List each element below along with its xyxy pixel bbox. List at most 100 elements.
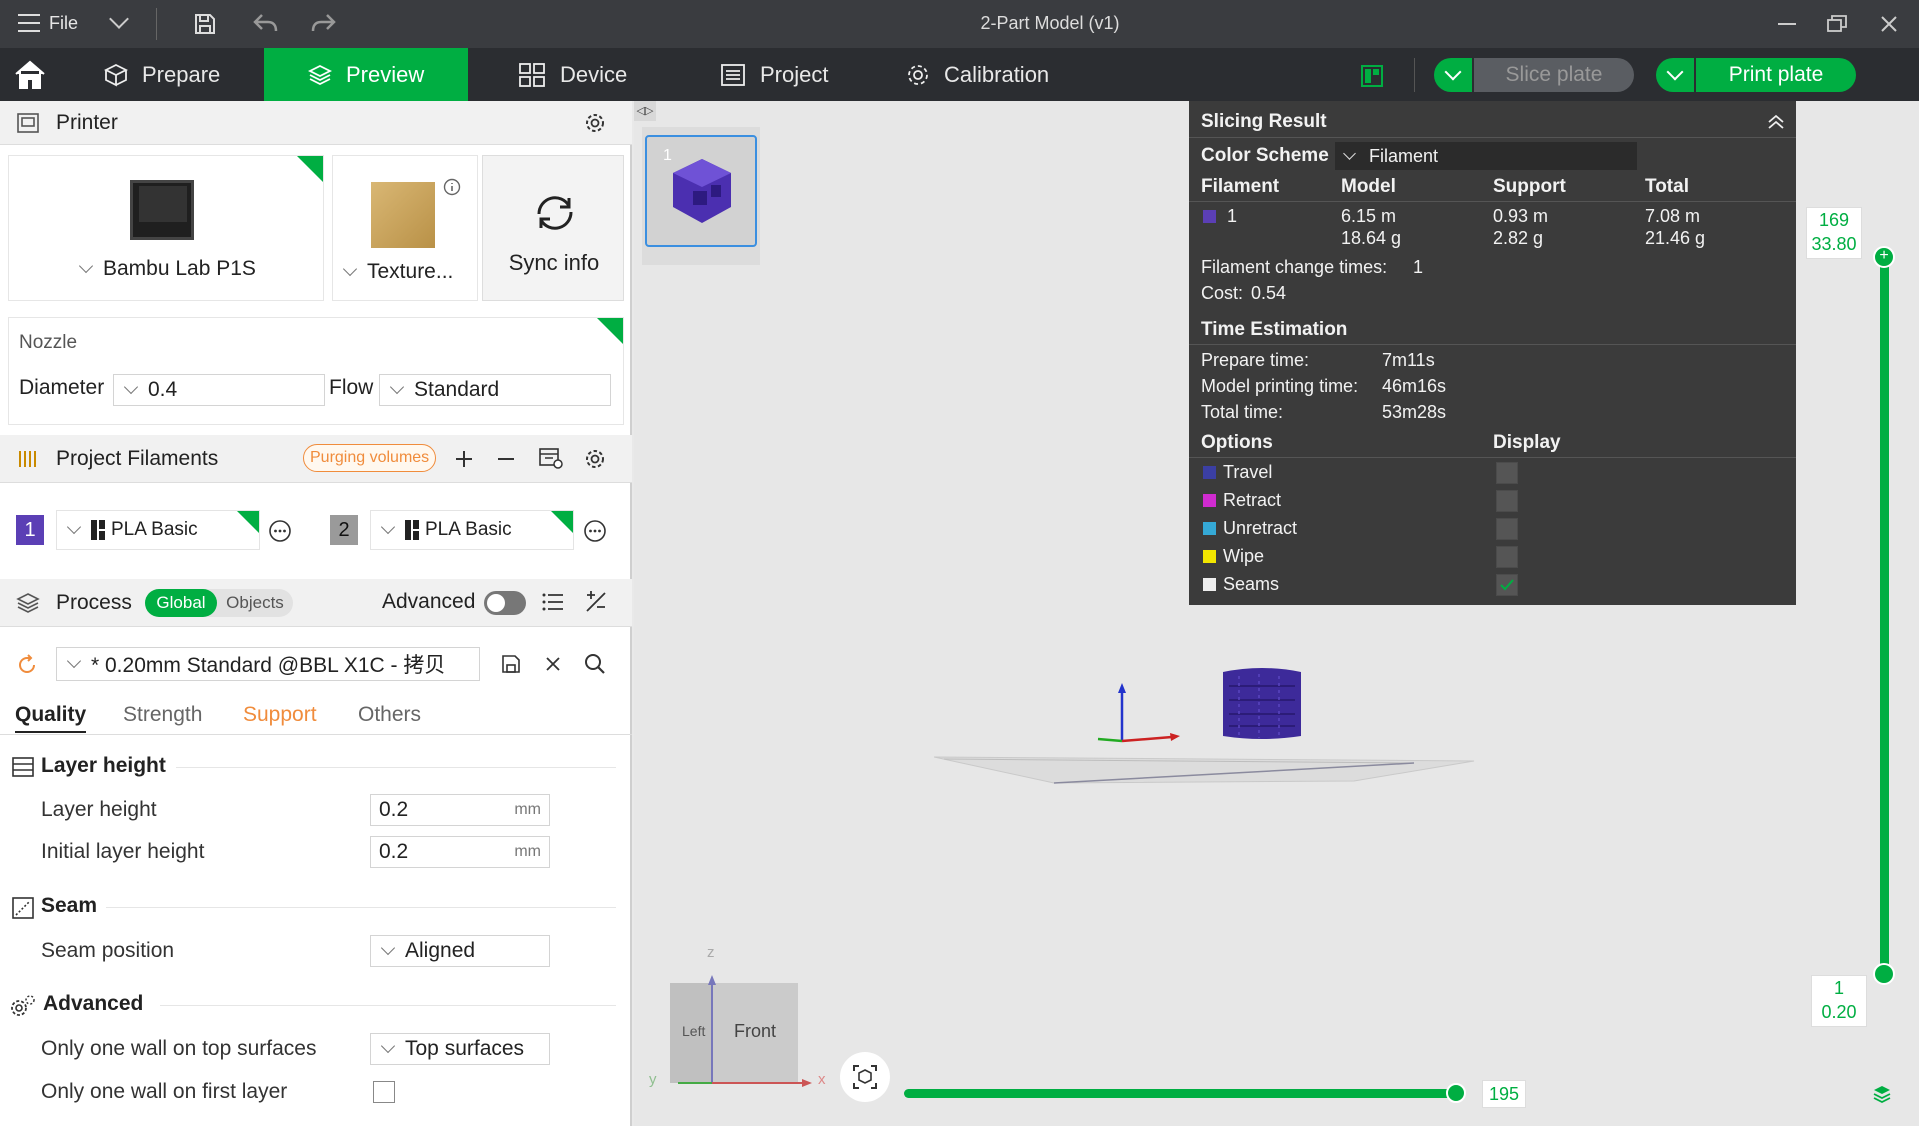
chevron-down-icon bbox=[342, 261, 358, 277]
flow-value: Standard bbox=[414, 378, 500, 401]
toggle-objects[interactable]: Objects bbox=[217, 589, 293, 617]
layer-slider-top-thumb[interactable]: + bbox=[1873, 246, 1895, 268]
diameter-label: Diameter bbox=[19, 376, 105, 399]
filament-sync-icon[interactable] bbox=[538, 446, 564, 470]
filament-1-more-icon[interactable] bbox=[268, 519, 292, 543]
advanced-gears-icon bbox=[11, 995, 35, 1016]
delete-preset-icon[interactable] bbox=[545, 656, 561, 672]
divider bbox=[156, 8, 157, 40]
purging-volumes-button[interactable]: Purging volumes bbox=[303, 444, 437, 472]
add-filament-icon[interactable] bbox=[454, 449, 474, 469]
list-view-icon[interactable] bbox=[542, 592, 564, 612]
chevron-down-icon bbox=[66, 519, 82, 535]
plate-thumbnail-1[interactable]: 1 bbox=[645, 135, 757, 247]
hamburger-menu-icon[interactable] bbox=[18, 14, 40, 32]
sync-info-button[interactable]: Sync info bbox=[482, 155, 624, 301]
header-support: Support bbox=[1493, 176, 1566, 197]
wipe-display-checkbox[interactable] bbox=[1496, 546, 1518, 568]
filament-2-index[interactable]: 2 bbox=[330, 515, 358, 545]
unretract-swatch bbox=[1203, 522, 1216, 535]
tab-quality[interactable]: Quality bbox=[15, 703, 87, 733]
printer-settings-gear-icon[interactable] bbox=[584, 112, 606, 134]
project-icon bbox=[721, 63, 745, 86]
settings-sidebar: Printer Bambu Lab P1S Texture... Sync in… bbox=[0, 101, 632, 1126]
search-icon[interactable] bbox=[584, 653, 606, 675]
axis-gizmo bbox=[1097, 683, 1180, 743]
flow-select[interactable]: Standard bbox=[379, 374, 611, 406]
reset-icon[interactable] bbox=[16, 654, 38, 676]
move-slider-track[interactable] bbox=[904, 1089, 1456, 1098]
close-icon[interactable] bbox=[1880, 15, 1898, 33]
remove-filament-icon[interactable] bbox=[496, 449, 516, 469]
retract-swatch bbox=[1203, 494, 1216, 507]
filament-settings-gear-icon[interactable] bbox=[584, 448, 606, 470]
redo-icon[interactable] bbox=[311, 12, 337, 34]
tab-calibration[interactable]: Calibration bbox=[906, 48, 1106, 101]
printer-card[interactable]: Bambu Lab P1S bbox=[8, 155, 324, 301]
advanced-toggle-switch[interactable] bbox=[484, 591, 526, 615]
undo-icon[interactable] bbox=[252, 12, 278, 34]
slice-plate-button[interactable]: Slice plate bbox=[1474, 58, 1634, 92]
color-scheme-select[interactable]: Filament bbox=[1335, 142, 1637, 170]
selected-mark bbox=[297, 156, 323, 182]
initial-layer-height-input[interactable]: 0.2 mm bbox=[370, 836, 550, 868]
one-wall-top-select[interactable]: Top surfaces bbox=[370, 1033, 550, 1065]
cost-label: Cost: bbox=[1201, 283, 1244, 303]
info-icon[interactable] bbox=[443, 178, 461, 196]
tab-strength[interactable]: Strength bbox=[123, 703, 202, 727]
view-reset-button[interactable] bbox=[840, 1052, 890, 1102]
tab-others[interactable]: Others bbox=[358, 703, 421, 727]
sliced-model[interactable] bbox=[1219, 666, 1305, 742]
move-slider-thumb[interactable] bbox=[1446, 1083, 1466, 1103]
save-icon[interactable] bbox=[193, 12, 217, 36]
tab-support[interactable]: Support bbox=[243, 703, 317, 727]
layout-toggle-icon[interactable] bbox=[1360, 64, 1384, 88]
tab-device[interactable]: Device bbox=[518, 48, 678, 101]
header-total: Total bbox=[1645, 176, 1689, 197]
toggle-global[interactable]: Global bbox=[145, 589, 217, 617]
cost-value: 0.54 bbox=[1251, 283, 1287, 303]
compare-icon[interactable] bbox=[584, 591, 608, 613]
collapse-sidebar-handle[interactable]: ◁▷ bbox=[634, 101, 656, 121]
filament-1-index[interactable]: 1 bbox=[16, 515, 44, 545]
layers-stack-icon[interactable] bbox=[1872, 1084, 1892, 1104]
file-menu[interactable]: File bbox=[49, 13, 78, 34]
layer-slider-track[interactable] bbox=[1880, 257, 1889, 975]
filament-2-more-icon[interactable] bbox=[583, 519, 607, 543]
header-filament: Filament bbox=[1201, 176, 1280, 197]
diameter-select[interactable]: 0.4 bbox=[113, 374, 325, 406]
seam-position-value: Aligned bbox=[405, 939, 476, 962]
travel-display-checkbox[interactable] bbox=[1496, 462, 1518, 484]
device-icon bbox=[519, 62, 545, 87]
process-preset-select[interactable]: * 0.20mm Standard @BBL X1C - 拷贝 bbox=[56, 647, 480, 681]
slicing-result-title: Slicing Result bbox=[1201, 111, 1327, 132]
slice-dropdown-button[interactable] bbox=[1434, 58, 1472, 92]
home-icon[interactable] bbox=[14, 60, 46, 90]
tab-preview[interactable]: Preview bbox=[264, 48, 468, 101]
restore-icon[interactable] bbox=[1826, 14, 1848, 34]
filament-2-select[interactable]: PLA Basic bbox=[370, 510, 574, 550]
tab-prepare[interactable]: Prepare bbox=[104, 48, 264, 101]
unretract-display-checkbox[interactable] bbox=[1496, 518, 1518, 540]
one-wall-first-checkbox[interactable] bbox=[373, 1081, 395, 1103]
print-plate-button[interactable]: Print plate bbox=[1696, 58, 1856, 92]
collapse-panel-icon[interactable] bbox=[1766, 113, 1786, 131]
build-plate bbox=[934, 756, 1475, 784]
minimize-icon[interactable] bbox=[1778, 23, 1796, 25]
retract-display-checkbox[interactable] bbox=[1496, 490, 1518, 512]
tab-project[interactable]: Project bbox=[720, 48, 880, 101]
layer-slider-bottom-thumb[interactable] bbox=[1873, 963, 1895, 985]
divider bbox=[176, 767, 616, 768]
seam-position-select[interactable]: Aligned bbox=[370, 935, 550, 967]
file-dropdown-icon[interactable] bbox=[109, 9, 129, 29]
seams-display-checkbox[interactable] bbox=[1496, 574, 1518, 596]
filament-1-select[interactable]: PLA Basic bbox=[56, 510, 260, 550]
save-preset-icon[interactable] bbox=[501, 654, 521, 674]
print-dropdown-button[interactable] bbox=[1656, 58, 1694, 92]
global-objects-toggle[interactable]: Global Objects bbox=[145, 589, 293, 617]
layer-height-input[interactable]: 0.2 mm bbox=[370, 794, 550, 826]
layer-height-label: Layer height bbox=[41, 798, 157, 821]
printer-section-header: Printer bbox=[0, 101, 632, 145]
plate-card[interactable]: Texture... bbox=[332, 155, 478, 301]
support-weight: 2.82 g bbox=[1493, 228, 1544, 248]
